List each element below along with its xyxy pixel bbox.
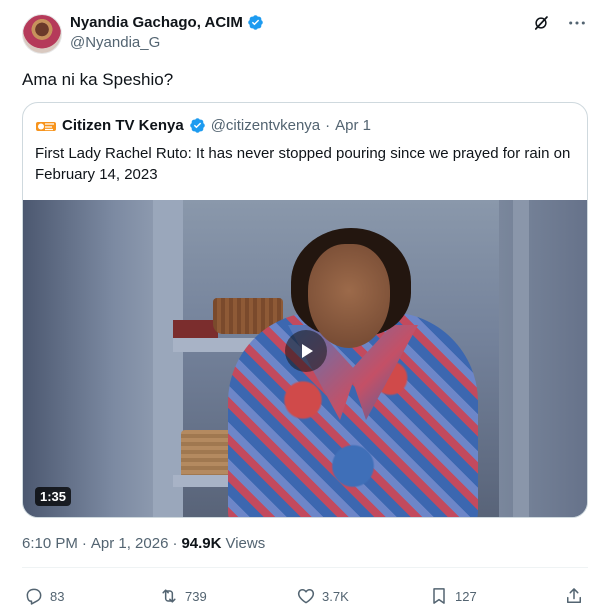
divider (22, 567, 588, 568)
repost-count: 739 (185, 588, 207, 604)
author-handle[interactable]: @Nyandia_G (70, 34, 160, 51)
tweet-meta: 6:10 PM · Apr 1, 2026 · 94.9K Views (22, 535, 265, 552)
video-post (513, 200, 529, 517)
tweet-date[interactable]: Apr 1, 2026 (91, 535, 169, 552)
like-count: 3.7K (322, 588, 349, 604)
video-player[interactable]: 1:35 (23, 200, 587, 517)
meta-separator-2: · (172, 535, 178, 552)
author-name-row: Nyandia Gachago, ACIM (70, 14, 264, 31)
like-icon (297, 589, 315, 604)
quoted-tweet-card[interactable]: Citizen TV Kenya @citizentvkenya · Apr 1… (22, 102, 588, 518)
video-pillar (153, 200, 183, 517)
video-duration: 1:35 (35, 487, 72, 506)
video-person-face (308, 244, 390, 348)
quoted-text: First Lady Rachel Ruto: It has never sto… (35, 145, 571, 183)
tweet: Nyandia Gachago, ACIM @Nyandia_G Ama ni … (0, 0, 612, 612)
play-icon (302, 344, 313, 358)
quoted-date: Apr 1 (335, 117, 372, 134)
citizen-tv-logo-icon (35, 119, 57, 133)
bookmark-icon (433, 588, 445, 604)
verified-icon (247, 14, 264, 31)
bookmark-button[interactable]: 127 (429, 586, 477, 606)
video-books (173, 320, 218, 338)
quoted-header: Citizen TV Kenya @citizentvkenya · Apr 1 (35, 117, 371, 134)
top-actions (532, 14, 586, 32)
reply-icon (26, 588, 42, 605)
like-button[interactable]: 3.7K (296, 586, 349, 606)
more-icon[interactable] (568, 20, 586, 26)
views-label: Views (225, 535, 266, 552)
views-count: 94.9K (181, 535, 222, 552)
action-bar: 83 739 3.7K 127 (24, 586, 589, 608)
quoted-author-handle: @citizentvkenya (210, 117, 321, 134)
share-button[interactable] (564, 586, 584, 606)
quoted-author-name[interactable]: Citizen TV Kenya (62, 117, 184, 134)
quoted-separator: · (325, 117, 331, 134)
video-backdrop (23, 200, 153, 517)
tweet-time[interactable]: 6:10 PM (22, 535, 78, 552)
repost-icon (162, 589, 176, 603)
bookmark-count: 127 (455, 588, 477, 604)
author-name[interactable]: Nyandia Gachago, ACIM (70, 14, 243, 31)
meta-separator: · (81, 535, 87, 552)
grok-icon[interactable] (532, 14, 550, 32)
reply-count: 83 (50, 588, 65, 604)
share-icon (567, 588, 581, 603)
reply-button[interactable]: 83 (24, 586, 64, 606)
repost-button[interactable]: 739 (159, 586, 207, 606)
author-avatar[interactable] (22, 14, 62, 54)
quoted-verified-icon (189, 117, 206, 134)
tweet-text: Ama ni ka Speshio? (22, 70, 174, 89)
play-button[interactable] (285, 330, 327, 372)
